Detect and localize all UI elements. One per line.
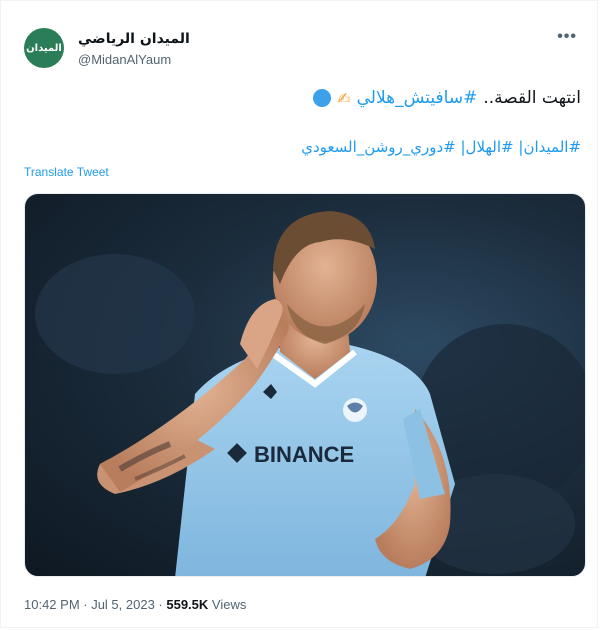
avatar-label: الميدان [26, 42, 62, 54]
blue-circle-emoji-icon [313, 89, 332, 107]
user-handle[interactable]: @MidanAlYaum [78, 52, 171, 67]
more-options-icon[interactable]: ••• [557, 28, 577, 46]
hashtag-link[interactable]: #سافيتش_هلالي [357, 88, 478, 108]
views-label: Views [208, 597, 247, 612]
display-name[interactable]: الميدان الرياضي [78, 31, 190, 47]
hashtags-line[interactable]: #الميدان| #الهلال| #دوري_روشن_السعودي [301, 138, 581, 156]
writing-hand-emoji-icon: ✍ [337, 88, 351, 108]
avatar[interactable]: الميدان [24, 28, 64, 68]
translate-tweet-link[interactable]: Translate Tweet [24, 165, 109, 179]
tweet-text-prefix: انتهت القصة.. [483, 88, 581, 108]
jersey-sponsor-text: BINANCE [254, 442, 354, 467]
tweet-text: انتهت القصة.. #سافيتش_هلالي ✍ [313, 88, 581, 108]
tweet-card: الميدان الميدان الرياضي @MidanAlYaum •••… [0, 0, 598, 628]
tweet-photo[interactable]: BINANCE [24, 193, 586, 577]
timestamp-link[interactable]: 10:42 PM · Jul 5, 2023 · [24, 597, 166, 612]
views-count: 559.5K [166, 597, 209, 612]
player-photo-illustration: BINANCE [35, 211, 585, 576]
tweet-meta: 10:42 PM · Jul 5, 2023 · 559.5K Views [24, 597, 246, 612]
